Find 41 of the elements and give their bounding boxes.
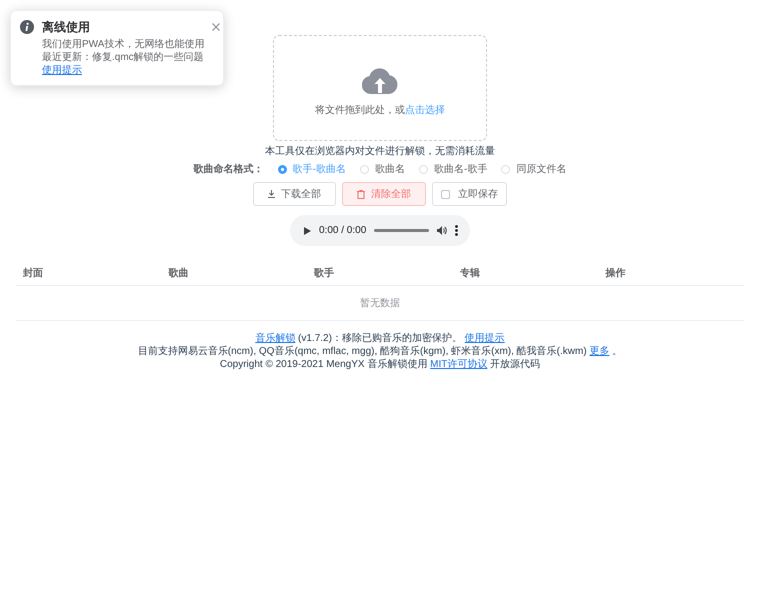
radio-option[interactable]: 同原文件名 — [501, 163, 566, 176]
close-icon[interactable] — [212, 23, 220, 31]
footer-link[interactable]: 更多 — [589, 346, 610, 357]
upload-dropzone[interactable]: 将文件拖到此处，或点击选择 — [273, 35, 487, 141]
footer-text: Copyright © 2019-2021 MengYX 音乐解锁使用 MIT许可协议 开放源代码 — [220, 358, 540, 371]
footer-link[interactable]: 音乐解锁 — [255, 333, 296, 344]
more-options-icon[interactable] — [455, 225, 458, 236]
footer-text: 音乐解锁 (v1.7.2)：移除已购音乐的加密保护。 使用提示 — [255, 332, 505, 345]
download-icon — [268, 190, 275, 198]
notification-text: 我们使用PWA技术，无网络也能使用 — [42, 38, 204, 51]
column-header: 封面 — [23, 268, 43, 278]
upload-hint: 将文件拖到此处，或点击选择 — [315, 104, 445, 116]
info-icon — [20, 20, 34, 34]
clear-all-button[interactable]: 清除全部 — [342, 182, 426, 206]
trash-icon — [357, 190, 365, 198]
play-icon[interactable] — [304, 226, 311, 234]
time-display: 0:00 / 0:00 — [319, 224, 366, 236]
column-header: 歌手 — [314, 268, 334, 278]
column-header: 专辑 — [460, 268, 480, 278]
field-label: 歌曲命名格式： — [194, 163, 264, 176]
notification-title: 离线使用 — [42, 19, 90, 35]
volume-icon[interactable] — [437, 226, 447, 235]
notice-text: 本工具仅在浏览器内对文件进行解锁，无需消耗流量 — [265, 145, 495, 158]
footer-text: 目前支持网易云音乐(ncm), QQ音乐(qmc, mflac, mgg), 酷狗音乐(kgm), 虾米音乐(xm), 酷我音乐(.kwm) 更多 。 — [138, 345, 622, 358]
column-header: 歌曲 — [168, 268, 189, 278]
column-header: 操作 — [605, 268, 626, 278]
footer-link[interactable]: MIT许可协议 — [430, 359, 488, 370]
download-all-button[interactable]: 下载全部 — [253, 182, 336, 206]
instant-save-toggle[interactable]: 立即保存 — [432, 182, 507, 206]
footer-link[interactable]: 使用提示 — [464, 333, 505, 344]
progress-track[interactable] — [374, 229, 429, 232]
select-file-link[interactable]: 点击选择 — [405, 104, 445, 116]
help-link[interactable]: 使用提示 — [42, 64, 82, 77]
radio-option[interactable]: 歌曲名-歌手 — [419, 163, 488, 176]
radio-option[interactable]: 歌曲名 — [360, 163, 405, 176]
empty-state-text: 暂无数据 — [360, 296, 400, 310]
radio-icon[interactable] — [278, 165, 287, 174]
checkbox[interactable] — [441, 190, 450, 198]
notification-text: 最近更新：修复.qmc解锁的一些问题 — [42, 51, 204, 64]
radio-option[interactable]: 歌手-歌曲名 — [278, 163, 346, 176]
upload-cloud-icon — [362, 66, 398, 94]
